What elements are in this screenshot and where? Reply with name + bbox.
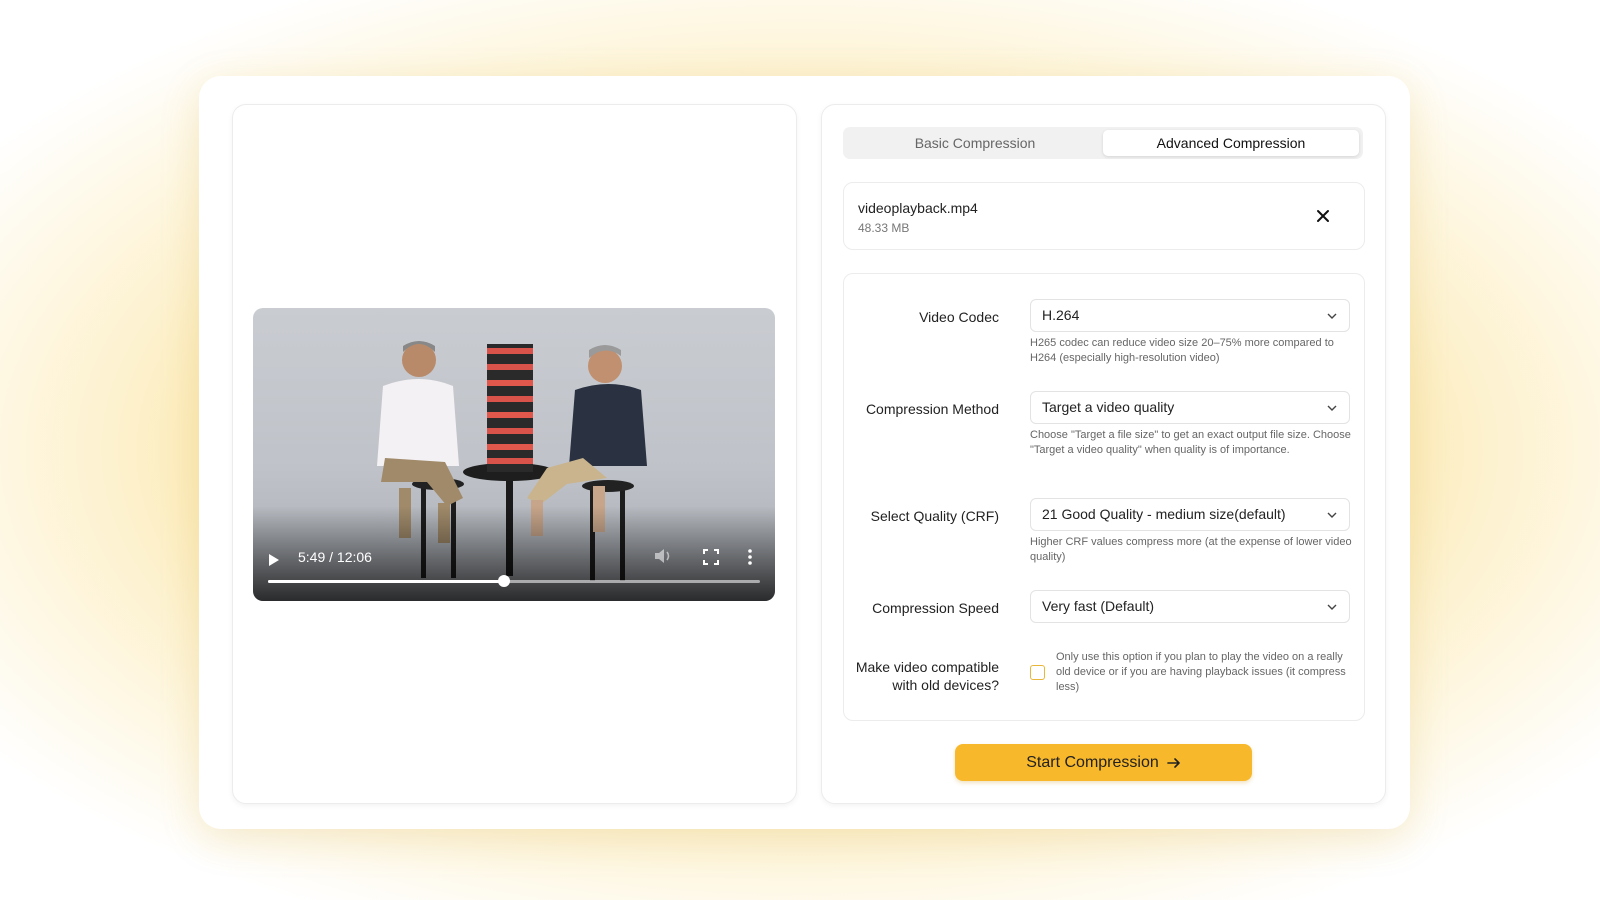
compat-label-line1: Make video compatible [855, 659, 999, 675]
compat-label: Make video compatible with old devices? [799, 658, 999, 694]
file-card: videoplayback.mp4 48.33 MB [843, 182, 1365, 250]
speed-label: Compression Speed [872, 600, 999, 616]
compression-tabs: Basic Compression Advanced Compression [843, 127, 1363, 159]
start-compression-button[interactable]: Start Compression [955, 744, 1252, 781]
more-options-icon[interactable] [746, 548, 754, 566]
tab-advanced-compression[interactable]: Advanced Compression [1103, 130, 1359, 156]
video-codec-select[interactable]: H.264 [1030, 299, 1350, 332]
arrow-right-icon [1166, 757, 1180, 768]
compat-help: Only use this option if you plan to play… [1056, 651, 1346, 693]
compression-method-select[interactable]: Target a video quality [1030, 391, 1350, 424]
quality-label: Select Quality (CRF) [870, 508, 999, 524]
video-player[interactable]: 5:49 / 12:06 [253, 308, 775, 601]
chevron-down-icon [1327, 313, 1337, 319]
settings-form: Video Codec H.264 H265 codec can reduce … [843, 273, 1365, 721]
file-size: 48.33 MB [858, 221, 910, 235]
fullscreen-icon[interactable] [703, 549, 719, 565]
speed-select[interactable]: Very fast (Default) [1030, 590, 1350, 623]
compat-label-line2: with old devices? [892, 677, 999, 693]
start-compression-label: Start Compression [1026, 753, 1159, 771]
speed-value: Very fast (Default) [1042, 598, 1155, 614]
compression-method-label: Compression Method [865, 401, 999, 417]
compat-checkbox[interactable] [1030, 665, 1045, 680]
compression-method-value: Target a video quality [1042, 399, 1175, 415]
chevron-down-icon [1327, 405, 1337, 411]
tab-basic-compression[interactable]: Basic Compression [847, 130, 1103, 156]
seek-bar-progress [268, 580, 505, 583]
close-icon[interactable] [1314, 207, 1332, 225]
quality-select[interactable]: 21 Good Quality - medium size(default) [1030, 498, 1350, 531]
video-codec-label: Video Codec [919, 309, 999, 325]
chevron-down-icon [1327, 604, 1337, 610]
seek-bar[interactable] [268, 575, 760, 587]
play-icon[interactable] [269, 554, 279, 566]
chevron-down-icon [1327, 512, 1337, 518]
quality-help: Higher CRF values compress more (at the … [1030, 536, 1352, 563]
file-name: videoplayback.mp4 [858, 200, 978, 216]
playback-time: 5:49 / 12:06 [298, 549, 372, 565]
compression-method-help: Choose "Target a file size" to get an ex… [1030, 429, 1351, 456]
quality-value: 21 Good Quality - medium size(default) [1042, 506, 1286, 522]
video-codec-help: H265 codec can reduce video size 20–75% … [1030, 337, 1334, 364]
volume-icon[interactable] [653, 548, 673, 564]
video-codec-value: H.264 [1042, 307, 1080, 323]
